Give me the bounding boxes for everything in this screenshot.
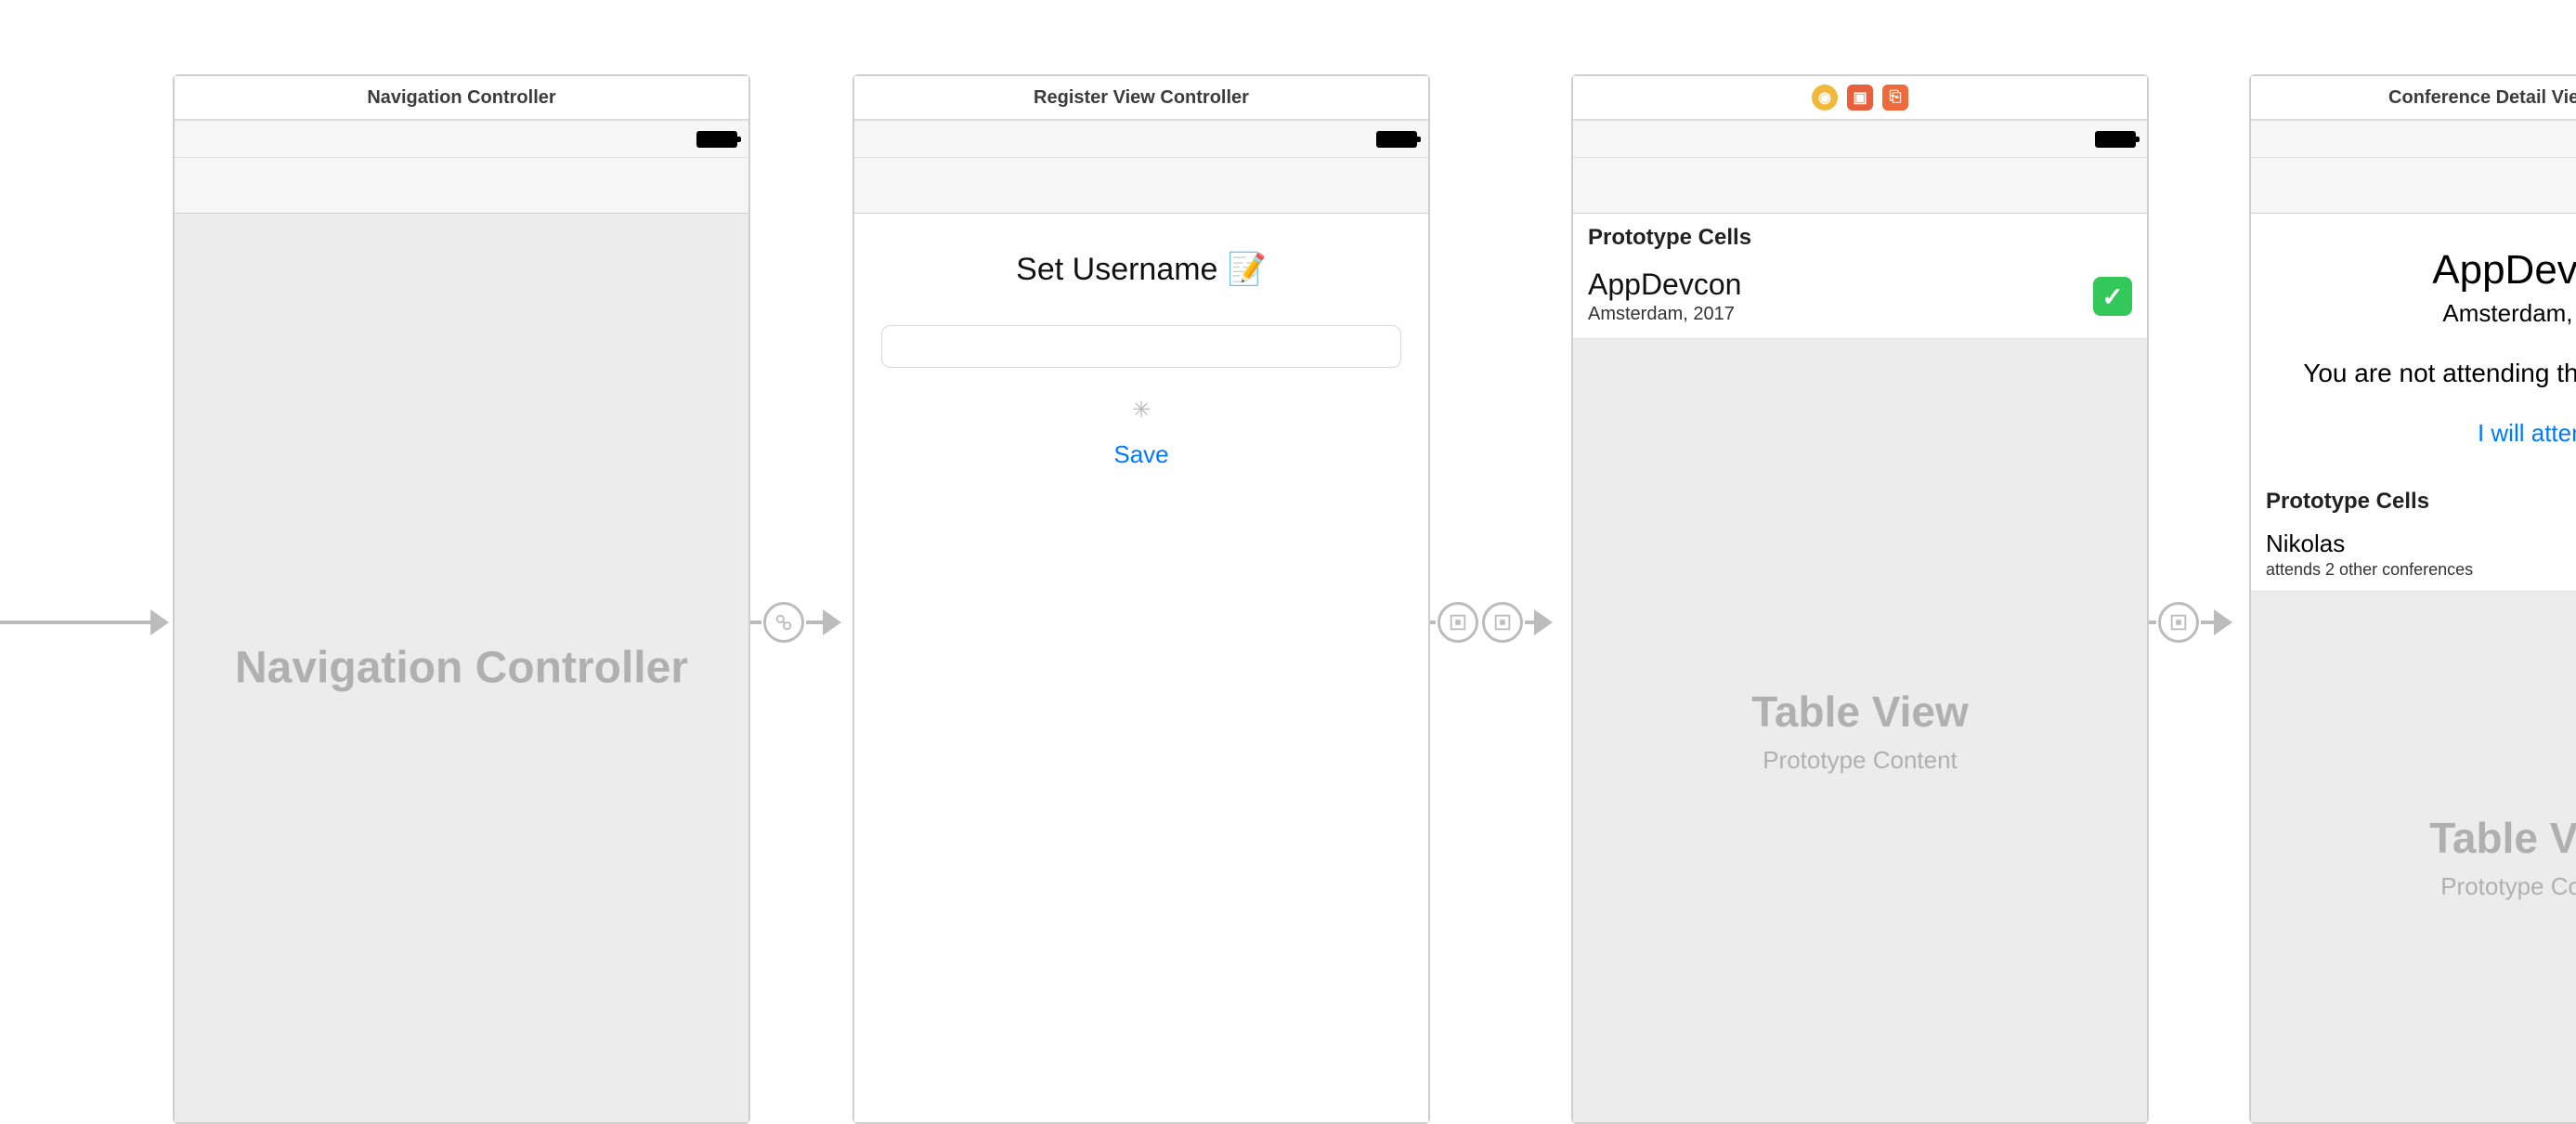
prototype-content-label: Prototype Content	[2440, 872, 2576, 901]
scene-register-view-controller[interactable]: Register View Controller Set Username 📝 …	[852, 74, 1430, 1124]
table-view-label: Table View	[2429, 813, 2576, 863]
scene-title: Conference Detail View Controller	[2251, 76, 2576, 121]
navigation-bar	[854, 158, 1428, 214]
scene-title: Navigation Controller	[175, 76, 748, 121]
segue-show-detail[interactable]	[2149, 604, 2249, 641]
scene-body[interactable]: AppDevcon Amsterdam, 2017 You are not at…	[2251, 214, 2576, 1122]
battery-icon	[696, 131, 737, 148]
ib-first-responder-icon: ◉	[1812, 85, 1838, 111]
scene-conference-list[interactable]: ◉ ▣ ⎘ Prototype Cells AppDevcon Amsterda…	[1571, 74, 2149, 1124]
conference-cell[interactable]: AppDevcon Amsterdam, 2017 ✓	[1573, 260, 2147, 339]
scene-title: Register View Controller	[854, 76, 1428, 121]
scene-title-label: Navigation Controller	[367, 87, 555, 109]
show-segue-icon	[2158, 602, 2199, 643]
segue-root[interactable]	[750, 604, 852, 641]
scene-body[interactable]: Set Username 📝 Save	[854, 214, 1428, 1122]
status-bar	[175, 121, 748, 158]
relationship-segue-icon	[763, 602, 804, 643]
scene-conference-detail[interactable]: Conference Detail View Controller AppDev…	[2249, 74, 2576, 1124]
battery-icon	[2095, 131, 2136, 148]
conference-subtitle-label: Amsterdam, 2017	[2273, 299, 2576, 328]
prototype-cells-header: Prototype Cells	[1573, 214, 2147, 260]
activity-indicator	[1127, 396, 1155, 424]
navigation-controller-placeholder: Navigation Controller	[235, 643, 688, 694]
table-view-label: Table View	[1751, 686, 1969, 737]
navigation-bar	[2251, 158, 2576, 214]
attendee-name-label: Nikolas	[2266, 529, 2576, 558]
pencil-icon: 📝	[1227, 251, 1266, 288]
scene-title-label: Register View Controller	[1034, 87, 1249, 109]
status-bar	[2251, 121, 2576, 158]
attendance-status-label: You are not attending this conference 😔	[2273, 356, 2576, 391]
set-username-heading: Set Username 📝	[1016, 251, 1267, 288]
table-view-placeholder[interactable]: Table View Prototype Content	[2251, 592, 2576, 1122]
attend-button[interactable]: I will attend	[2273, 419, 2576, 448]
prototype-content-label: Prototype Content	[1763, 746, 1958, 775]
scene-title: ◉ ▣ ⎘	[1573, 76, 2147, 121]
attendee-subtitle-label: attends 2 other conferences	[2266, 560, 2576, 580]
conference-name-label: AppDevcon	[2273, 247, 2576, 294]
navigation-bar	[175, 158, 748, 214]
navigation-bar	[1573, 158, 2147, 214]
status-bar	[1573, 121, 2147, 158]
ib-exit-icon: ▣	[1847, 85, 1873, 111]
status-bar	[854, 121, 1428, 158]
scene-title-label: Conference Detail View Controller	[2388, 87, 2576, 109]
ib-storyboard-reference-icon: ⎘	[1882, 85, 1908, 111]
checkmark-icon: ✓	[2093, 277, 2132, 316]
heading-text: Set Username	[1016, 252, 1217, 288]
show-segue-icon	[1482, 602, 1523, 643]
prototype-cells-header: Prototype Cells	[2251, 470, 2576, 524]
attendee-cell[interactable]: Nikolas attends 2 other conferences	[2251, 524, 2576, 592]
username-text-field[interactable]	[881, 325, 1401, 368]
scene-body[interactable]: Navigation Controller	[175, 214, 748, 1122]
segue-show-list[interactable]	[1430, 604, 1571, 641]
scene-navigation-controller[interactable]: Navigation Controller Navigation Control…	[173, 74, 750, 1124]
save-button[interactable]: Save	[877, 440, 1406, 469]
table-view-placeholder[interactable]: Table View Prototype Content	[1573, 339, 2147, 1122]
battery-icon	[1376, 131, 1417, 148]
entry-segue	[0, 604, 173, 641]
scene-body[interactable]: Prototype Cells AppDevcon Amsterdam, 201…	[1573, 214, 2147, 1122]
show-segue-icon	[1438, 602, 1478, 643]
conference-subtitle-label: Amsterdam, 2017	[1588, 304, 2093, 325]
conference-name-label: AppDevcon	[1588, 268, 2093, 302]
